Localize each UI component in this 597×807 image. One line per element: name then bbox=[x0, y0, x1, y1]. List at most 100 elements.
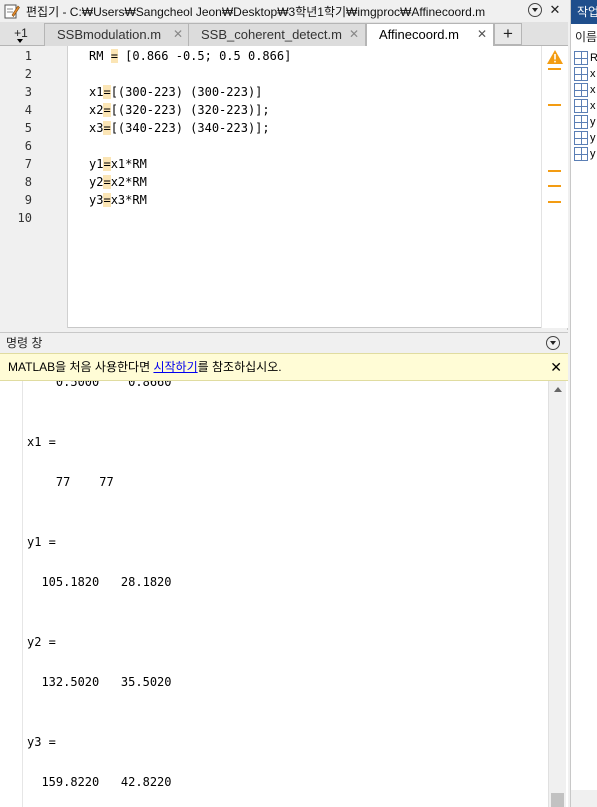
workspace-panel: 작업 이름 R x x x y y y bbox=[570, 0, 597, 807]
variable-name: R bbox=[590, 52, 597, 64]
output-line: 105.1820 28.1820 bbox=[27, 575, 172, 589]
matrix-icon bbox=[574, 147, 588, 161]
warning-marker[interactable] bbox=[548, 185, 561, 187]
scrollbar-thumb[interactable] bbox=[551, 793, 564, 807]
workspace-variable[interactable]: x bbox=[574, 67, 597, 83]
line-number: 3 bbox=[24, 85, 32, 99]
editor-tabbar: +1 SSBmodulation.m ✕ SSB_coherent_detect… bbox=[0, 22, 568, 47]
code-text: RM bbox=[89, 49, 111, 63]
matrix-icon bbox=[574, 51, 588, 65]
code-text: x1*RM bbox=[110, 157, 147, 171]
variable-name: y bbox=[590, 132, 596, 144]
code-line[interactable]: RM = [0.866 -0.5; 0.5 0.866] bbox=[89, 49, 291, 63]
code-line[interactable]: x2=[(320-223) (320-223)]; bbox=[89, 103, 270, 117]
matrix-icon bbox=[574, 99, 588, 113]
workspace-variable[interactable]: y bbox=[574, 147, 597, 163]
matrix-icon bbox=[574, 115, 588, 129]
code-text: x1 bbox=[89, 85, 104, 99]
vertical-scrollbar[interactable] bbox=[548, 381, 566, 807]
workspace-variable[interactable]: x bbox=[574, 99, 597, 115]
warning-marker[interactable] bbox=[548, 104, 561, 106]
line-number: 7 bbox=[24, 157, 32, 171]
workspace-variable[interactable]: x bbox=[574, 83, 597, 99]
code-line[interactable]: y2=x2*RM bbox=[89, 175, 147, 189]
line-number: 9 bbox=[24, 193, 32, 207]
line-number: 2 bbox=[24, 67, 32, 81]
variable-name: y bbox=[590, 148, 596, 160]
editor-actions-dropdown-icon[interactable] bbox=[528, 3, 542, 17]
variable-name: y bbox=[590, 116, 596, 128]
line-number: 6 bbox=[24, 139, 32, 153]
code-analyzer-bar[interactable] bbox=[541, 46, 568, 328]
editor-title: 편집기 - C:₩Users₩Sangcheol Jeon₩Desktop₩3학… bbox=[26, 4, 486, 19]
code-operator: = bbox=[110, 49, 118, 63]
line-number: 8 bbox=[24, 175, 32, 189]
workspace-name-column[interactable]: 이름 bbox=[575, 28, 597, 45]
line-number: 4 bbox=[24, 103, 32, 117]
variable-name: x bbox=[590, 84, 596, 96]
code-line[interactable]: x1=[(300-223) (300-223)] bbox=[89, 85, 262, 99]
code-line[interactable]: y1=x1*RM bbox=[89, 157, 147, 171]
tab-label: SSBmodulation.m bbox=[57, 27, 162, 42]
workspace-variable[interactable]: y bbox=[574, 131, 597, 147]
getting-started-link[interactable]: 시작하기 bbox=[153, 360, 197, 374]
tab-close-icon[interactable]: ✕ bbox=[477, 24, 487, 45]
code-line[interactable]: x3=[(340-223) (340-223)]; bbox=[89, 121, 270, 135]
getting-started-bar: MATLAB을 처음 사용한다면 시작하기를 참조하십시오. ✕ bbox=[0, 353, 568, 381]
warning-icon[interactable] bbox=[547, 50, 563, 64]
editor-pencil-icon bbox=[4, 3, 20, 19]
command-output[interactable]: 0.5000 0.8660 x1 = 77 77 y1 = 105.1820 2… bbox=[22, 381, 548, 807]
tab-label: Affinecoord.m bbox=[379, 27, 459, 42]
code-operator: = bbox=[103, 85, 111, 99]
output-line: 77 77 bbox=[27, 475, 114, 489]
code-text: y1 bbox=[89, 157, 104, 171]
tab-ssbmodulation[interactable]: SSBmodulation.m ✕ bbox=[44, 23, 190, 46]
code-line[interactable]: y3=x3*RM bbox=[89, 193, 147, 207]
tab-ssb-coherent-detect[interactable]: SSB_coherent_detect.m ✕ bbox=[188, 23, 366, 46]
matrix-icon bbox=[574, 67, 588, 81]
workspace-variable[interactable]: R bbox=[574, 51, 597, 67]
output-line: 159.8220 42.8220 bbox=[27, 775, 172, 789]
command-window-header: 명령 창 bbox=[0, 333, 568, 353]
variable-name: x bbox=[590, 68, 596, 80]
code-text: x2 bbox=[89, 103, 104, 117]
command-window-actions-icon[interactable] bbox=[546, 336, 560, 350]
code-text: [0.866 -0.5; 0.5 0.866] bbox=[117, 49, 292, 63]
editor-close-icon[interactable]: ✕ bbox=[548, 3, 562, 17]
code-text: x2*RM bbox=[110, 175, 147, 189]
add-tab-button[interactable]: + bbox=[494, 23, 522, 45]
matrix-icon bbox=[574, 131, 588, 145]
info-prefix: MATLAB을 처음 사용한다면 bbox=[8, 360, 154, 374]
output-line: 132.5020 35.5020 bbox=[27, 675, 172, 689]
tab-affinecoord[interactable]: Affinecoord.m ✕ bbox=[366, 23, 494, 47]
close-icon[interactable]: ✕ bbox=[550, 354, 562, 381]
scroll-up-icon[interactable] bbox=[554, 387, 562, 392]
workspace-variable[interactable]: y bbox=[574, 115, 597, 131]
tab-overflow-button[interactable]: +1 bbox=[0, 22, 42, 46]
code-text: y3 bbox=[89, 193, 104, 207]
output-line: y3 = bbox=[27, 735, 56, 749]
command-window: 명령 창 MATLAB을 처음 사용한다면 시작하기를 참조하십시오. ✕ 0.… bbox=[0, 332, 568, 807]
editor-titlebar: 편집기 - C:₩Users₩Sangcheol Jeon₩Desktop₩3학… bbox=[0, 0, 568, 22]
workspace-footer bbox=[571, 790, 597, 807]
line-number: 10 bbox=[17, 211, 32, 225]
warning-marker[interactable] bbox=[548, 170, 561, 172]
code-text: [(320-223) (320-223)]; bbox=[110, 103, 270, 117]
line-number-gutter: 1 2 3 4 5 6 7 8 9 10 bbox=[0, 46, 68, 328]
code-operator: = bbox=[103, 103, 111, 117]
tab-close-icon[interactable]: ✕ bbox=[349, 24, 359, 45]
tab-close-icon[interactable]: ✕ bbox=[173, 24, 183, 45]
tab-label: SSB_coherent_detect.m bbox=[201, 27, 342, 42]
line-number: 5 bbox=[24, 121, 32, 135]
code-operator: = bbox=[103, 157, 111, 171]
warning-marker[interactable] bbox=[548, 201, 561, 203]
info-suffix: 를 참조하십시오. bbox=[197, 360, 282, 374]
editor-window: 편집기 - C:₩Users₩Sangcheol Jeon₩Desktop₩3학… bbox=[0, 0, 568, 330]
code-editor[interactable]: 1 2 3 4 5 6 7 8 9 10 RM = [0.866 -0.5; 0… bbox=[0, 46, 568, 328]
chevron-down-icon bbox=[17, 39, 23, 43]
code-operator: = bbox=[103, 193, 111, 207]
code-operator: = bbox=[103, 121, 111, 135]
warning-marker[interactable] bbox=[548, 68, 561, 70]
code-text: y2 bbox=[89, 175, 104, 189]
variable-name: x bbox=[590, 100, 596, 112]
